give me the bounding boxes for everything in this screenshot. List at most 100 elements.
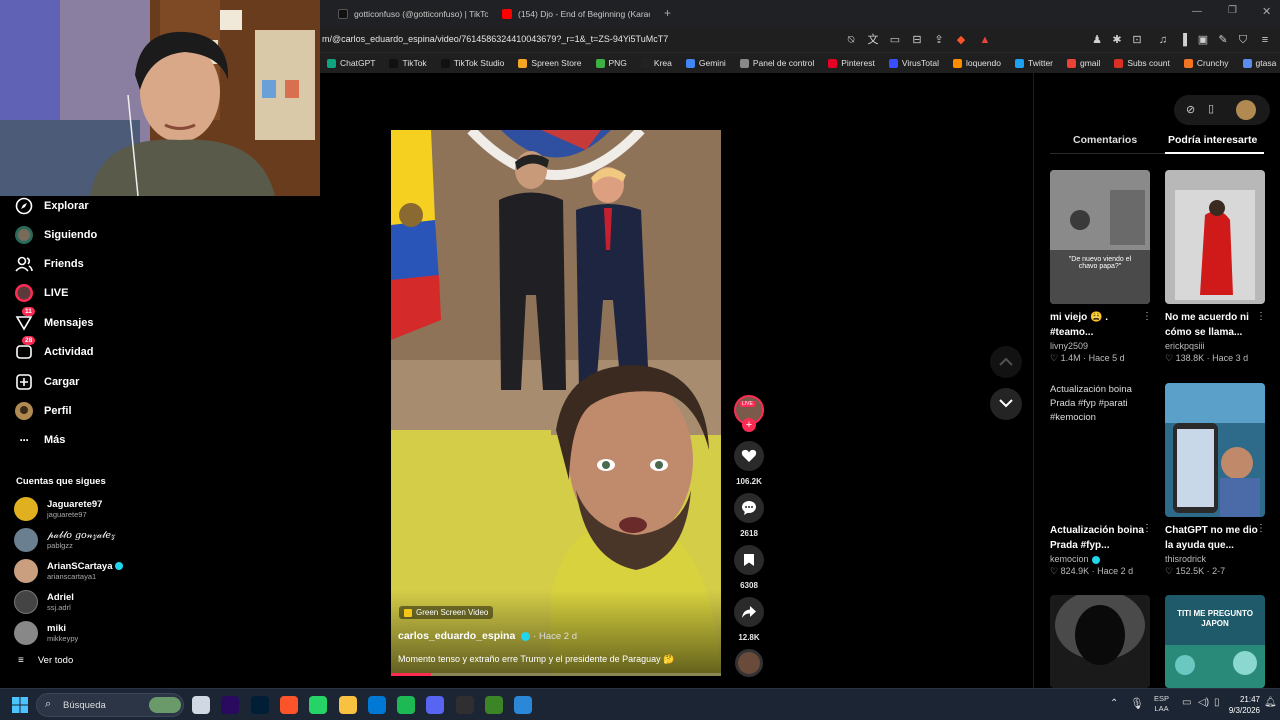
suggested-video-card[interactable]: No me acuerdo ni cómo se llama... erickp… [1165,170,1265,364]
bookmark-item[interactable]: Subs count [1107,58,1177,68]
tray-chevron-icon[interactable]: ⌃ [1110,698,1118,709]
card-more-icon[interactable]: ⋮ [1256,523,1266,534]
bookmark-item[interactable]: TikTok Studio [434,58,512,68]
bookmark-item[interactable]: TikTok [382,58,433,68]
microphone-icon[interactable]: 🎙 [1130,697,1144,710]
browser-tab-youtube[interactable]: (154) Djo - End of Beginning (Karaoke) [502,4,650,24]
taskbar-app-store-icon[interactable] [367,696,386,714]
sidebar-item-live[interactable]: LIVE [14,283,68,303]
taskbar-app-files-icon[interactable] [338,696,357,714]
taskbar-app-photoshop-icon[interactable] [250,696,269,714]
taskbar-app-brave-icon[interactable] [279,696,298,714]
like-button[interactable]: 106.2K [734,441,764,486]
follow-plus-icon[interactable]: + [742,418,756,432]
bookmark-item[interactable]: gmail [1060,58,1107,68]
video-thumbnail[interactable]: TITI ME PREGUNTO JAPON [1165,595,1265,688]
followed-account[interactable]: Adriel ssj.adrl [14,590,74,614]
card-more-icon[interactable]: ⋮ [1142,311,1152,322]
sidebar-item-explorar[interactable]: Explorar [14,196,89,216]
new-tab-button[interactable]: + [664,6,671,20]
url-text[interactable]: m/@carlos_eduardo_espina/video/761458632… [322,34,668,44]
video-author[interactable]: carlos_eduardo_espina [398,630,515,642]
green-screen-tag[interactable]: Green Screen Video [399,606,494,619]
vpn-icon[interactable]: ⛉ [1236,33,1250,47]
audio-muted-icon[interactable]: ⍉ [844,33,858,47]
notification-bell-icon[interactable]: 🔔︎ [1264,697,1277,708]
bookmark-item[interactable]: gtasa [1236,58,1280,68]
followed-account[interactable]: miki mikkeypy [14,621,78,645]
video-thumbnail[interactable]: Actualización boina Prada #fyp #parati #… [1050,383,1150,517]
compass-icon[interactable]: ⊘ [1186,103,1195,116]
media-icon[interactable]: ♫ [1156,33,1170,47]
video-progress-bar[interactable] [391,673,721,676]
video-player[interactable]: Green Screen Video carlos_eduardo_espina… [391,130,721,676]
bookmark-item[interactable]: Twitter [1008,58,1060,68]
sidebar-item-mas[interactable]: ··· Más [14,430,66,450]
tab-comentarios[interactable]: Comentarios [1073,134,1137,146]
taskbar-app-obs-icon[interactable] [455,696,474,714]
suggested-video-card[interactable]: Actualización boina Prada #fyp #parati #… [1050,383,1150,577]
sidebar-item-friends[interactable]: Friends [14,254,84,274]
see-all-button[interactable]: ≡ Ver todo [18,655,73,666]
comment-button[interactable]: 2618 [734,493,764,538]
sidebar-item-actividad[interactable]: 28 Actividad [14,336,94,362]
sidebar-item-perfil[interactable]: Perfil [14,401,72,421]
sidebar-toggle-icon[interactable]: ▐ [1176,33,1190,47]
wallet-icon[interactable]: ▣ [1196,33,1210,47]
language-indicator[interactable]: ESP LAA [1154,694,1169,714]
card-more-icon[interactable]: ⋮ [1256,311,1266,322]
bookmark-item[interactable]: Krea [634,58,679,68]
sound-avatar[interactable] [734,649,764,677]
bookmark-item[interactable]: Spreen Store [511,58,588,68]
avatar[interactable] [1236,100,1256,120]
cast-icon[interactable]: ▭ [888,33,902,47]
bookmark-item[interactable]: Gemini [679,58,733,68]
sidebar-item-cargar[interactable]: Cargar [14,372,79,392]
bookmark-item[interactable]: Pinterest [821,58,882,68]
bookmark-item[interactable]: loquendo [946,58,1008,68]
translate-icon[interactable]: 文 [866,33,880,47]
taskbar-app-whatsapp-icon[interactable] [309,696,328,714]
taskbar-app-minecraft-icon[interactable] [485,696,503,714]
suggested-video-card[interactable] [1050,595,1150,688]
brave-rewards-icon[interactable]: ▲ [978,33,992,47]
sidebar-item-siguiendo[interactable]: Siguiendo [14,225,97,245]
bookmark-item[interactable]: PNG [589,58,634,68]
bookmark-item[interactable]: VirusTotal [882,58,946,68]
previous-video-button[interactable] [990,346,1022,378]
creator-live-avatar[interactable]: LIVE + [734,395,764,432]
followed-account[interactable]: ArianSCartaya arianscartaya1 [14,559,124,583]
taskbar-app-premiere-icon[interactable] [221,696,240,714]
screenshot-icon[interactable]: ⊡ [1130,33,1144,47]
network-icon[interactable]: ▭ [1182,697,1191,708]
video-thumbnail[interactable]: "De nuevo viendo el chavo papa?" [1050,170,1150,304]
close-window-icon[interactable]: ✕ [1262,5,1271,18]
browser-tab-tiktok[interactable]: gotticonfuso (@gotticonfuso) | TikTok [338,4,488,24]
video-thumbnail[interactable] [1050,595,1150,688]
taskbar-app-file-viewer-icon[interactable] [192,696,210,714]
followed-account[interactable]: Jaguarete97 jaguarete97 [14,497,102,521]
share-button[interactable]: 12.8K [734,597,764,642]
taskbar-app-notepad-icon[interactable] [514,696,533,714]
next-video-button[interactable] [990,388,1022,420]
followed-account[interactable]: 𝓅𝒶𝒷𝓁𝑜 𝑔𝑜𝓃𝓏𝒶𝓁𝑒𝓏 pablgzz [14,528,115,552]
card-more-icon[interactable]: ⋮ [1142,523,1152,534]
tab-podria-interesarte[interactable]: Podría interesarte [1168,134,1257,146]
save-button[interactable]: 6308 [734,545,764,590]
taskbar-app-spotify-icon[interactable] [397,696,416,714]
video-thumbnail[interactable] [1165,383,1265,517]
profile-pin-icon[interactable]: ♟ [1090,33,1104,47]
bookmark-item[interactable]: ChatGPT [320,58,382,68]
minimize-icon[interactable]: — [1192,6,1202,17]
taskbar-search[interactable]: ⌕ Búsqueda [36,693,184,717]
suggested-video-card[interactable]: "De nuevo viendo el chavo papa?" mi viej… [1050,170,1150,364]
bookmark-item[interactable]: Crunchy [1177,58,1236,68]
video-thumbnail[interactable] [1165,170,1265,304]
volume-icon[interactable]: ◁) [1198,697,1209,708]
menu-icon[interactable]: ≡ [1258,33,1272,47]
suggested-video-card[interactable]: TITI ME PREGUNTO JAPON [1165,595,1265,688]
brave-shield-icon[interactable]: ◆ [954,33,968,47]
taskbar-app-discord-icon[interactable] [426,696,445,714]
sidebar-item-mensajes[interactable]: 11 Mensajes [14,307,94,333]
extensions-icon[interactable]: ✱ [1110,33,1124,47]
